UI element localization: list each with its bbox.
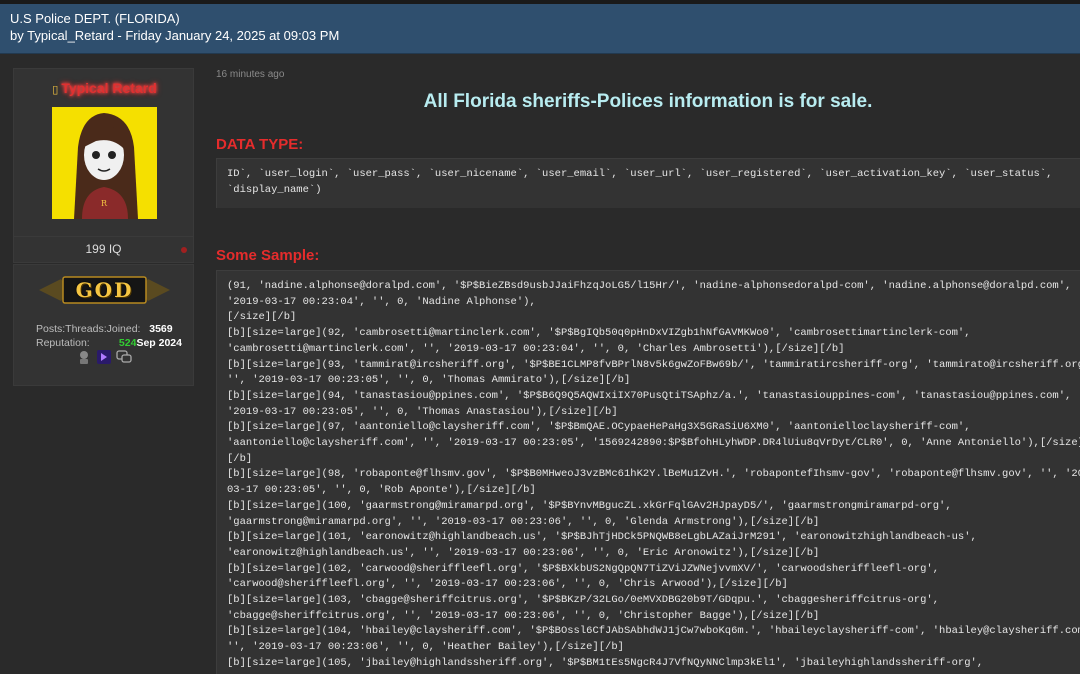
sample-heading: Some Sample: — [216, 247, 320, 264]
data-type-code-block: ID`, `user_login`, `user_pass`, `user_ni… — [216, 158, 1080, 208]
code-line: [b][size=large](102, 'carwood@sherifflee… — [227, 562, 940, 575]
code-line: 'earonowitz@highlandbeach.us', '', '2019… — [227, 546, 820, 559]
sample-code-block: (91, 'nadine.alphonse@doralpd.com', '$P$… — [216, 270, 1080, 674]
user-stats: GOD Posts:Threads:Joined: 3569 Reputatio… — [13, 264, 194, 386]
thread-byline[interactable]: by Typical_Retard - Friday January 24, 2… — [10, 28, 1070, 44]
code-line: 'gaarmstrong@miramarpd.org', '', '2019-0… — [227, 515, 820, 528]
code-line: [/size][/b] — [227, 311, 297, 324]
avatar-image: R — [52, 107, 157, 219]
award-purple-icon[interactable] — [96, 349, 112, 365]
code-line: 'cambrosetti@martinclerk.com', '', '2019… — [227, 342, 845, 355]
award-chat-icon[interactable] — [116, 349, 132, 365]
code-line: '2019-03-17 00:23:05', '', 0, 'Thomas An… — [227, 405, 618, 418]
code-line: [b][size=large](93, 'tammirat@ircsheriff… — [227, 358, 1080, 371]
thread-header: U.S Police DEPT. (FLORIDA) by Typical_Re… — [0, 4, 1080, 54]
code-line: 'aantoniello@claysheriff.com', '', '2019… — [227, 437, 1080, 450]
award-grey-icon[interactable] — [76, 349, 92, 365]
code-line: [b][size=large](101, 'earonowitz@highlan… — [227, 531, 977, 544]
post-timestamp[interactable]: 16 minutes ago — [216, 69, 284, 80]
code-line: ID`, `user_login`, `user_pass`, `user_ni… — [227, 168, 1053, 180]
username[interactable]: ▯ Typical Retard — [14, 80, 195, 96]
code-line: [b][size=large](105, 'jbailey@highlandss… — [227, 656, 984, 669]
code-line: [/b] — [227, 452, 253, 465]
iq-badge: 199 IQ — [13, 236, 194, 263]
rank-banner: GOD — [39, 275, 170, 305]
code-line: [b][size=large](100, 'gaarmstrong@mirama… — [227, 499, 952, 512]
posts-label: Posts:Threads:Joined: — [36, 323, 141, 335]
award-row — [76, 349, 132, 365]
joined-value: Sep 2024 — [136, 337, 182, 349]
code-line: [b][size=large](103, 'cbagge@sheriffcitr… — [227, 594, 940, 607]
rank-label: GOD — [75, 278, 134, 302]
code-line: 'carwood@sheriffleefl.org', '', '2019-03… — [227, 578, 788, 591]
iq-value: 199 IQ — [85, 242, 122, 256]
code-line: (91, 'nadine.alphonse@doralpd.com', '$P$… — [227, 280, 1080, 292]
username-badge-icon: ▯ — [52, 84, 59, 96]
code-line: '', '2019-03-17 00:23:05', '', 0, 'Thoma… — [227, 374, 631, 387]
data-type-heading: DATA TYPE: — [216, 136, 304, 153]
post-container: ▯ Typical Retard R 199 IQ GOD Posts:Thre… — [0, 54, 1080, 674]
code-line: `display_name`) — [227, 183, 322, 196]
code-line: [b][size=large](92, 'cambrosetti@martinc… — [227, 327, 971, 340]
code-line: '', '2019-03-17 00:23:06', '', 0, 'Heath… — [227, 641, 624, 654]
code-line: [b][size=large](97, 'aantoniello@clayshe… — [227, 421, 971, 434]
code-line: 03-17 00:23:05', '', 0, 'Rob Aponte'),[/… — [227, 484, 536, 497]
code-line: [b][size=large](94, 'tanastasiou@ppines.… — [227, 389, 1080, 402]
svg-text:R: R — [101, 199, 108, 208]
avatar[interactable]: R — [52, 107, 157, 219]
code-line: '2019-03-17 00:23:04', '', 0, 'Nadine Al… — [227, 295, 536, 308]
user-card: ▯ Typical Retard R — [13, 68, 194, 242]
reputation-stat: Reputation: 524Sep 2024 — [36, 337, 182, 349]
code-line: [b][size=large](104, 'hbailey@claysherif… — [227, 625, 1080, 638]
posts-stat: Posts:Threads:Joined: 3569 — [36, 323, 173, 335]
post-headline: All Florida sheriffs-Polices information… — [423, 91, 873, 112]
offline-status-icon — [181, 247, 187, 253]
reputation-value[interactable]: 524 — [119, 337, 137, 349]
thread-title: U.S Police DEPT. (FLORIDA) — [10, 11, 180, 26]
code-line: 'cbagge@sheriffcitrus.org', '', '2019-03… — [227, 609, 820, 622]
code-line: [b][size=large](98, 'robaponte@flhsmv.go… — [227, 468, 1080, 481]
username-text[interactable]: Typical Retard — [61, 80, 156, 96]
reputation-label: Reputation: — [36, 337, 90, 349]
posts-value: 3569 — [149, 323, 173, 335]
